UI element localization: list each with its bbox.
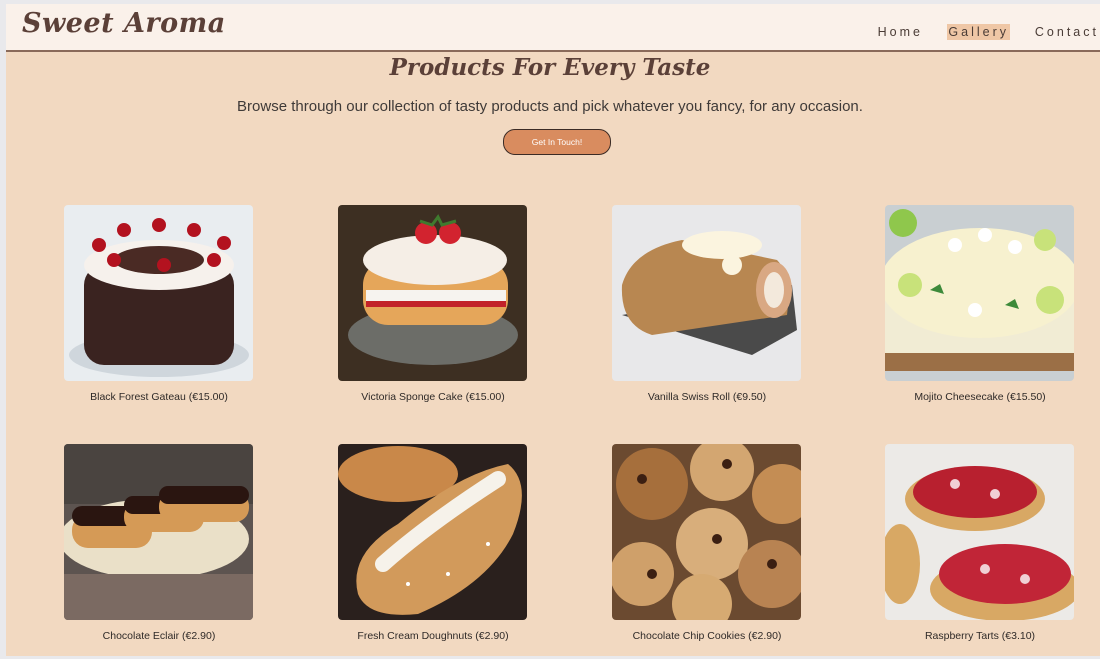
raspberry-tarts-image[interactable] xyxy=(885,444,1074,620)
chocolate-eclair-image[interactable] xyxy=(64,444,253,620)
product-card[interactable]: Black Forest Gateau (€15.00) xyxy=(64,205,254,415)
page: Sweet Aroma Home Gallery Contact Product… xyxy=(6,4,1100,656)
product-caption: Raspberry Tarts (€3.10) xyxy=(924,630,1036,642)
mojito-cheesecake-image[interactable] xyxy=(885,205,1074,381)
product-card[interactable]: Mojito Cheesecake (€15.50) xyxy=(885,205,1075,415)
brand-logo[interactable]: Sweet Aroma xyxy=(22,8,226,39)
nav-gallery[interactable]: Gallery xyxy=(947,24,1010,40)
product-caption: Mojito Cheesecake (€15.50) xyxy=(914,391,1046,403)
product-caption: Fresh Cream Doughnuts (€2.90) xyxy=(357,630,509,642)
product-card[interactable]: Raspberry Tarts (€3.10) xyxy=(885,444,1075,654)
black-forest-gateau-image[interactable] xyxy=(64,205,253,381)
navbar: Sweet Aroma Home Gallery Contact xyxy=(6,4,1100,52)
get-in-touch-button[interactable]: Get In Touch! xyxy=(503,129,611,155)
nav-home[interactable]: Home xyxy=(877,24,924,40)
product-card[interactable]: Fresh Cream Doughnuts (€2.90) xyxy=(338,444,528,654)
product-caption: Vanilla Swiss Roll (€9.50) xyxy=(647,391,767,403)
product-caption: Black Forest Gateau (€15.00) xyxy=(90,391,228,403)
vanilla-swiss-roll-image[interactable] xyxy=(612,205,801,381)
product-card[interactable]: Victoria Sponge Cake (€15.00) xyxy=(338,205,528,415)
page-subtitle: Browse through our collection of tasty p… xyxy=(237,98,863,115)
nav-contact[interactable]: Contact xyxy=(1034,24,1100,40)
page-title: Products For Every Taste xyxy=(389,54,711,81)
product-card[interactable]: Chocolate Chip Cookies (€2.90) xyxy=(612,444,802,654)
product-card[interactable]: Vanilla Swiss Roll (€9.50) xyxy=(612,205,802,415)
product-caption: Victoria Sponge Cake (€15.00) xyxy=(361,391,505,403)
chocolate-chip-cookies-image[interactable] xyxy=(612,444,801,620)
product-caption: Chocolate Chip Cookies (€2.90) xyxy=(632,630,782,642)
product-card[interactable]: Chocolate Eclair (€2.90) xyxy=(64,444,254,654)
victoria-sponge-cake-image[interactable] xyxy=(338,205,527,381)
fresh-cream-doughnuts-image[interactable] xyxy=(338,444,527,620)
product-caption: Chocolate Eclair (€2.90) xyxy=(102,630,216,642)
